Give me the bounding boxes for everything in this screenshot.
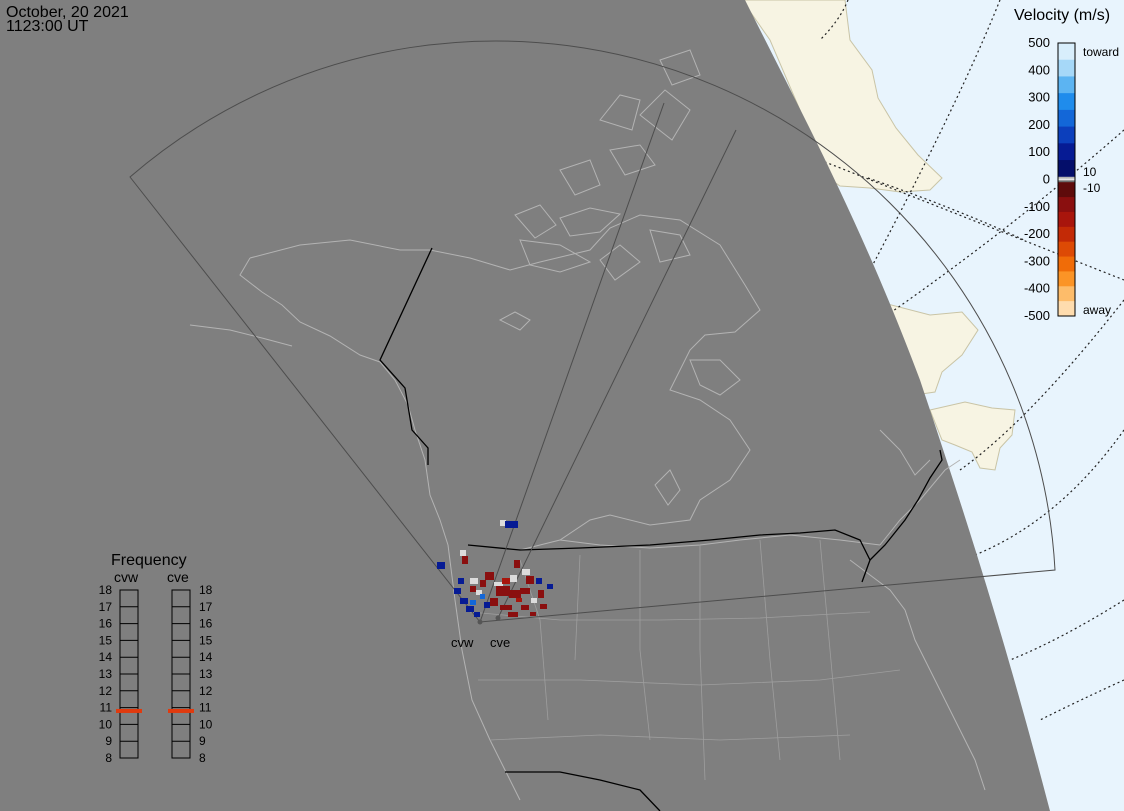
velocity-inner-label-pos: 10 [1083,165,1097,179]
velocity-tick-label: 0 [1043,172,1050,187]
frequency-tick-label-left: 15 [99,633,113,647]
frequency-tick-label-right: 12 [199,684,213,698]
velocity-tick-label: -200 [1024,226,1050,241]
colorbar-swatch-away [1058,271,1075,287]
radar-label-cve: cve [490,635,510,650]
frequency-radar-cvw: cvw [114,569,139,585]
frequency-tick-label-right: 9 [199,734,206,748]
velocity-tick-label: 100 [1028,144,1050,159]
radar-map: cvw cve October, 20 2021 1123:00 UT Velo… [0,0,1124,811]
frequency-tick-label-right: 17 [199,600,213,614]
frequency-tick-label-left: 14 [99,650,113,664]
frequency-tick-label-left: 18 [99,583,113,597]
frequency-title: Frequency [111,552,187,569]
frequency-radar-cve: cve [167,569,189,585]
colorbar-swatch-away [1058,197,1075,213]
frequency-indicator-cvw [116,708,142,713]
colorbar-swatch-gap [1058,180,1075,183]
radar-site-cvw [477,619,483,625]
frequency-tick-label-left: 8 [105,751,112,765]
colorbar-swatch-away [1058,211,1075,228]
frequency-tick-label-left: 13 [99,667,113,681]
frequency-tick-label-right: 16 [199,617,213,631]
velocity-tick-label: 200 [1028,117,1050,132]
radar-label-cvw: cvw [451,635,474,650]
velocity-away-label: away [1083,303,1111,317]
colorbar-swatch-away [1058,226,1075,243]
velocity-tick-label: -500 [1024,308,1050,323]
frequency-tick-label-right: 18 [199,583,213,597]
velocity-tick-label: -300 [1024,253,1050,268]
frequency-tick-label-left: 11 [100,701,113,715]
velocity-tick-label: -100 [1024,199,1050,214]
colorbar-swatch-toward [1058,93,1075,111]
velocity-toward-label: toward [1083,45,1119,59]
header-time: 1123:00 UT [6,18,89,35]
colorbar-swatch-gap [1058,178,1075,181]
frequency-tick-label-left: 9 [105,734,112,748]
velocity-tick-label: 300 [1028,90,1050,105]
colorbar-swatch-away [1058,301,1075,317]
velocity-tick-label: 400 [1028,62,1050,77]
colorbar-swatch-toward [1058,109,1075,128]
frequency-tick-label-right: 15 [199,633,213,647]
frequency-indicator-cve [168,708,194,713]
frequency-tick-label-right: 8 [199,751,206,765]
frequency-tick-label-right: 13 [199,667,213,681]
velocity-colorbar [1057,42,1076,317]
frequency-tick-label-left: 17 [99,600,113,614]
colorbar-swatch-toward [1058,126,1075,144]
colorbar-swatch-away [1058,241,1075,258]
frequency-tick-label-left: 12 [99,684,113,698]
frequency-tick-label-right: 14 [199,650,213,664]
colorbar-swatch-away [1058,286,1075,302]
radar-site-cve [495,615,501,621]
colorbar-swatch-toward [1058,160,1075,178]
colorbar-swatch-toward [1058,59,1075,77]
colorbar-swatch-toward [1058,143,1075,161]
frequency-tick-label-left: 16 [99,617,113,631]
colorbar-swatch-toward [1058,43,1075,61]
colorbar-swatch-away [1058,182,1075,198]
velocity-inner-label-neg: -10 [1083,181,1101,195]
velocity-title: Velocity (m/s) [1014,7,1110,24]
velocity-tick-label: 500 [1028,35,1050,50]
frequency-tick-label-left: 10 [99,717,113,731]
frequency-tick-label-right: 10 [199,717,213,731]
colorbar-swatch-away [1058,256,1075,272]
colorbar-swatch-toward [1058,76,1075,94]
colorbar-swatch-gap [1058,176,1075,179]
frequency-tick-label-right: 11 [199,701,212,715]
velocity-tick-label: -400 [1024,281,1050,296]
